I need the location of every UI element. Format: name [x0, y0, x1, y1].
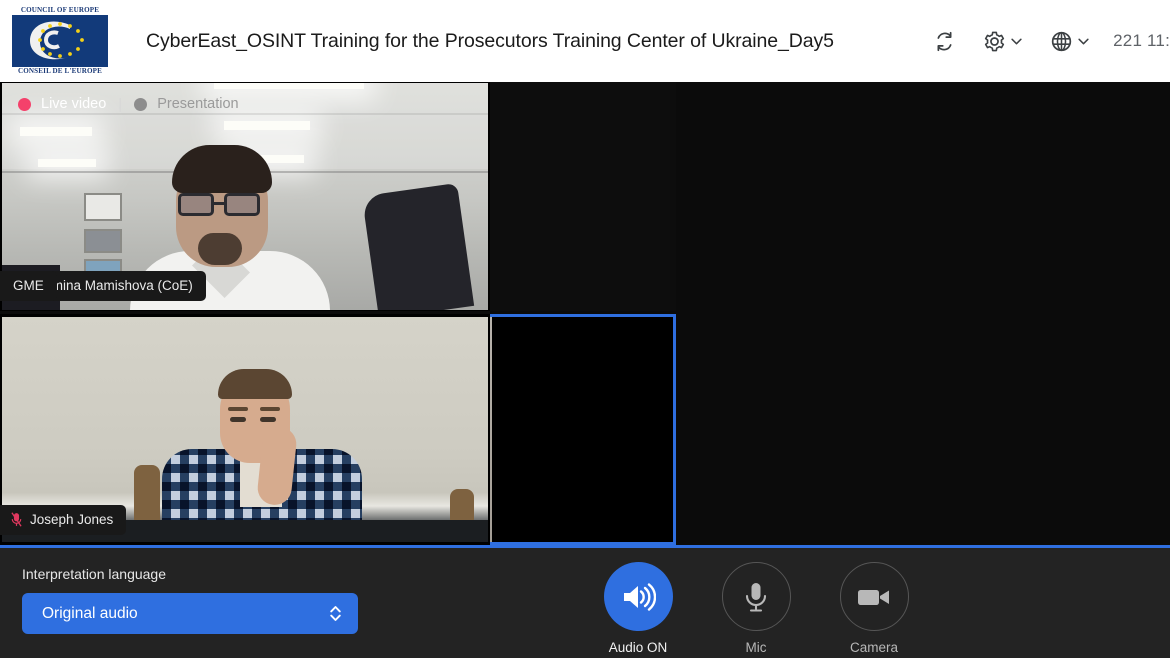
header-actions: 221 11: — [920, 0, 1170, 82]
mode-separator: | — [118, 95, 123, 113]
live-video-dot-icon — [18, 97, 31, 111]
logo-top-text: COUNCIL OF EUROPE — [20, 6, 100, 14]
globe-icon — [1051, 31, 1072, 51]
bottom-toolbar: Interpretation language Original audio A… — [0, 545, 1170, 658]
meeting-title: CyberEast_OSINT Training for the Prosecu… — [146, 29, 834, 52]
presentation-label: Presentation — [157, 96, 239, 112]
chevron-down-icon — [1011, 38, 1022, 44]
audio-button-label: Audio ON — [608, 640, 668, 655]
video-conference-app: COUNCIL OF EUROPE CONSEIL DE L'EUROPE Cy… — [0, 0, 1170, 658]
settings-button[interactable] — [969, 0, 1036, 82]
interpretation-label: Interpretation language — [22, 566, 166, 582]
camera-icon — [858, 589, 889, 605]
participant-name-chip: Joseph Jones — [0, 505, 127, 535]
camera-button-label: Camera — [849, 640, 898, 655]
interpretation-section: Interpretation language Original audio — [22, 566, 362, 634]
audio-toggle-button[interactable]: Audio ON — [598, 562, 678, 655]
mode-live-video[interactable]: Live video — [18, 96, 106, 112]
coe-emblem-icon — [30, 21, 84, 60]
logo-bottom-text: CONSEIL DE L'EUROPE — [17, 67, 103, 75]
mic-button-circle — [721, 562, 791, 631]
live-video-label: Live video — [41, 96, 107, 112]
mode-presentation[interactable]: Presentation — [134, 96, 239, 112]
sync-icon — [937, 31, 952, 51]
participant-name-chip: GME — [0, 271, 57, 301]
participant-name: GME — [13, 278, 44, 293]
gear-icon — [985, 31, 1005, 51]
logo-container: COUNCIL OF EUROPE CONSEIL DE L'EUROPE — [0, 0, 120, 82]
mic-muted-icon — [11, 512, 22, 527]
council-of-europe-logo: COUNCIL OF EUROPE CONSEIL DE L'EUROPE — [8, 4, 112, 78]
chevron-down-icon — [1078, 38, 1089, 44]
video-grid: Live video | Presentation Narmina Mamish… — [0, 82, 1170, 545]
microphone-icon — [745, 582, 767, 612]
camera-button-circle — [839, 562, 909, 631]
language-button[interactable] — [1036, 0, 1103, 82]
tile-joseph[interactable]: Joseph Jones — [0, 314, 490, 545]
chevron-up-down-icon — [330, 606, 341, 621]
mic-button-label: Mic — [745, 640, 767, 655]
interpretation-selected-value: Original audio — [42, 604, 138, 622]
participant-counter: 221 11: — [1113, 31, 1170, 50]
app-header: COUNCIL OF EUROPE CONSEIL DE L'EUROPE Cy… — [0, 0, 1170, 82]
view-mode-toggle: Live video | Presentation — [18, 96, 239, 112]
mic-toggle-button[interactable]: Mic — [716, 562, 796, 655]
participant-name: Joseph Jones — [30, 512, 114, 527]
interpretation-language-select[interactable]: Original audio — [22, 593, 358, 634]
speaker-icon — [624, 582, 656, 611]
logo-flag — [12, 15, 108, 67]
presentation-dot-icon — [134, 97, 148, 111]
audio-button-circle — [603, 562, 673, 631]
media-controls: Audio ON Mic Camera — [598, 562, 914, 655]
sync-button[interactable] — [920, 0, 969, 82]
camera-toggle-button[interactable]: Camera — [834, 562, 914, 655]
